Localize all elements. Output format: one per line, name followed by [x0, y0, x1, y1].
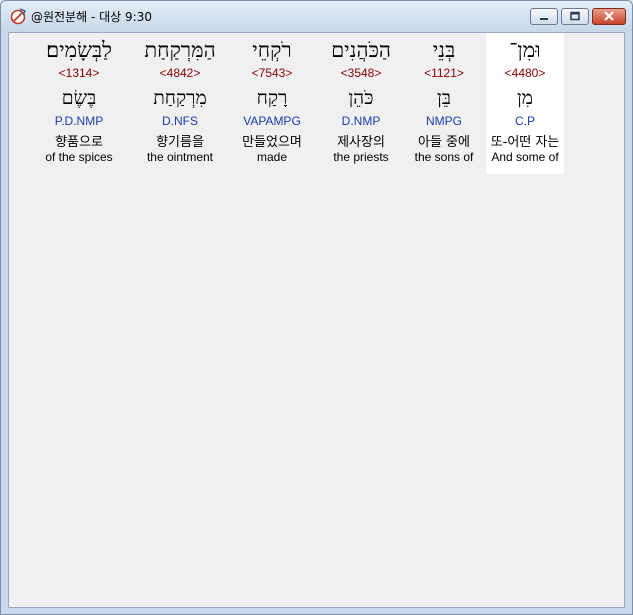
korean-gloss: 만들었으며 — [242, 135, 302, 150]
morphology-code[interactable]: D.NMP — [322, 114, 400, 128]
hebrew-word: וּמִן־ — [509, 38, 541, 62]
hebrew-word: לַבְּשָׂמִים׃ — [46, 38, 112, 62]
word-column[interactable]: וּמִן־ <4480> מִן C.P 또-어떤 자는 And some o… — [486, 33, 564, 174]
word-column[interactable]: רֹקְחֵי <7543> רָקַח VAPAMPG 만들었으며 made — [233, 33, 311, 174]
word-column[interactable]: בְּנֵי <1121> בֵּן NMPG 아들 중에 the sons o… — [405, 33, 483, 174]
korean-gloss: 아들 중에 — [418, 135, 470, 150]
hebrew-word: רֹקְחֵי — [252, 38, 292, 62]
strong-number[interactable]: <1314> — [31, 66, 127, 80]
lemma: בֵּן — [437, 87, 451, 109]
word-row: וּמִן־ <4480> מִן C.P 또-어떤 자는 And some o… — [9, 33, 624, 174]
english-gloss: the sons of — [414, 150, 474, 164]
word-column[interactable]: הַכֹּהֲנִים <3548> כֹּהֵן D.NMP 제사장의 the… — [322, 33, 400, 174]
word-column[interactable]: לַבְּשָׂמִים׃ <1314> בֶּשֶׂם P.D.NMP 향품으… — [31, 33, 127, 174]
morphology-code[interactable]: D.NFS — [130, 114, 230, 128]
hebrew-word: הַכֹּהֲנִים — [331, 38, 391, 62]
strong-number[interactable]: <7543> — [233, 66, 311, 80]
strong-number[interactable]: <4480> — [486, 66, 564, 80]
hebrew-word: הַמִּרְקַחַת — [144, 38, 216, 62]
korean-gloss: 향기름을 — [156, 135, 204, 150]
hebrew-word: בְּנֵי — [432, 38, 456, 62]
minimize-button[interactable] — [530, 8, 558, 25]
strong-number[interactable]: <3548> — [322, 66, 400, 80]
lemma: רָקַח — [256, 87, 288, 109]
english-gloss: And some of — [491, 150, 559, 164]
close-button[interactable] — [592, 8, 626, 25]
lemma: מִרְקַחַת — [153, 87, 207, 109]
korean-gloss: 제사장의 — [337, 135, 385, 150]
maximize-icon — [570, 11, 580, 21]
strong-number[interactable]: <1121> — [405, 66, 483, 80]
lemma: כֹּהֵן — [348, 87, 374, 109]
window-title: @원전분해 - 대상 9:30 — [31, 10, 152, 24]
app-window: @원전분해 - 대상 9:30 וּמִן־ <4480> מִן C.P 또-… — [0, 0, 633, 615]
lemma: מִן — [516, 87, 534, 109]
maximize-button[interactable] — [561, 8, 589, 25]
lemma: בֶּשֶׂם — [61, 87, 97, 109]
morphology-code[interactable]: NMPG — [405, 114, 483, 128]
english-gloss: the priests — [333, 150, 389, 164]
english-gloss: made — [256, 150, 288, 164]
strong-number[interactable]: <4842> — [130, 66, 230, 80]
word-analysis-panel: וּמִן־ <4480> מִן C.P 또-어떤 자는 And some o… — [8, 32, 625, 608]
morphology-code[interactable]: P.D.NMP — [31, 114, 127, 128]
english-gloss: of the spices — [45, 150, 113, 164]
korean-gloss: 또-어떤 자는 — [490, 135, 560, 150]
word-column[interactable]: הַמִּרְקַחַת <4842> מִרְקַחַת D.NFS 향기름을… — [130, 33, 230, 174]
close-icon — [604, 11, 614, 21]
korean-gloss: 향품으로 — [55, 135, 103, 150]
title-bar[interactable]: @원전분해 - 대상 9:30 — [1, 1, 632, 31]
minimize-icon — [540, 18, 548, 20]
app-icon[interactable] — [9, 7, 27, 25]
english-gloss: the ointment — [146, 150, 214, 164]
morphology-code[interactable]: C.P — [486, 114, 564, 128]
morphology-code[interactable]: VAPAMPG — [233, 114, 311, 128]
